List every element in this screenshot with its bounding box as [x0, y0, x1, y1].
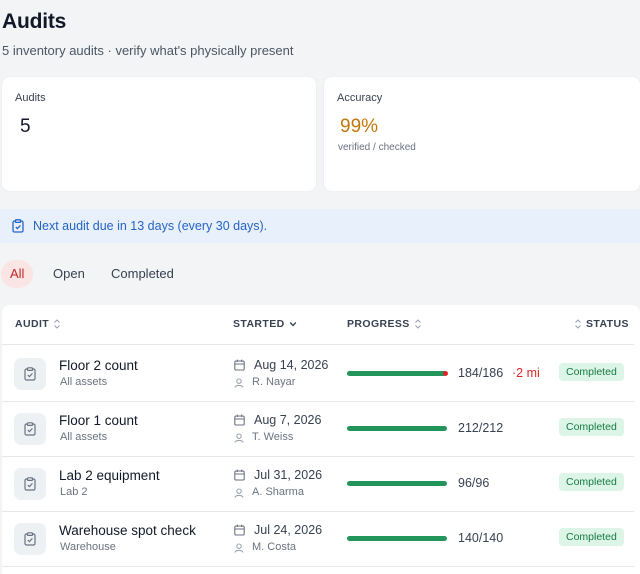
- status-badge: Completed: [559, 363, 624, 381]
- started-date: Aug 7, 2026: [254, 413, 322, 427]
- audits-stat-card: Audits 5: [2, 77, 316, 191]
- sort-icon: [414, 319, 421, 329]
- banner-text: Next audit due in 13 days (every 30 days…: [33, 219, 268, 233]
- progress-fill: [347, 426, 447, 431]
- clipboard-icon: [24, 367, 36, 381]
- audit-icon-box: [14, 358, 46, 390]
- table-row[interactable]: Floor 2 count All assets Aug 14, 2026 R. Na…: [2, 346, 634, 402]
- audit-icon-box: [14, 413, 46, 445]
- progress-count: 96/96: [458, 476, 490, 490]
- audit-icon-box: [14, 523, 46, 555]
- column-header-status-label: STATUS: [586, 318, 629, 330]
- progress-bar: [347, 536, 447, 541]
- tab-completed[interactable]: Completed: [102, 260, 183, 288]
- accuracy-stat-value: 99%: [340, 116, 379, 137]
- audit-name[interactable]: Lab 2 equipment: [59, 468, 160, 483]
- clipboard-icon: [12, 219, 24, 233]
- progress-fill: [347, 481, 447, 486]
- missing-indicator: [443, 371, 448, 376]
- audit-name[interactable]: Floor 2 count: [59, 358, 138, 373]
- tab-all[interactable]: All: [1, 260, 34, 288]
- auditor-name: R. Nayar: [252, 376, 296, 388]
- next-audit-banner: Next audit due in 13 days (every 30 days…: [0, 209, 640, 243]
- progress-fill: [347, 371, 446, 376]
- tab-open[interactable]: Open: [44, 260, 94, 288]
- audit-icon-box: [14, 468, 46, 500]
- user-icon: [234, 543, 244, 553]
- audits-stat-label: Audits: [15, 92, 46, 104]
- column-header-audit-label: AUDIT: [15, 318, 50, 330]
- audits-table: AUDIT STARTED PROGRESS STATUS Floor 2 co…: [2, 305, 640, 574]
- audit-name[interactable]: Floor 1 count: [59, 413, 138, 428]
- column-header-started-label: STARTED: [233, 318, 285, 330]
- table-row[interactable]: Warehouse spot check Warehouse Jul 24, 202…: [2, 511, 634, 567]
- progress-count: 184/186: [458, 366, 504, 380]
- started-date: Aug 14, 2026: [254, 358, 329, 372]
- progress-count: 140/140: [458, 531, 504, 545]
- column-header-audit[interactable]: AUDIT: [15, 318, 61, 330]
- progress-count: 212/212: [458, 421, 504, 435]
- audit-scope: Lab 2: [60, 486, 88, 498]
- status-badge: Completed: [559, 418, 624, 436]
- clipboard-icon: [24, 422, 36, 436]
- chevron-down-icon: [289, 322, 296, 327]
- column-header-progress-label: PROGRESS: [347, 318, 410, 330]
- table-row[interactable]: Lab 2 equipment Lab 2 Jul 31, 2026 A. Sharm…: [2, 456, 634, 512]
- auditor-name: A. Sharma: [252, 486, 304, 498]
- status-badge: Completed: [559, 528, 624, 546]
- auditor-name: T. Weiss: [252, 431, 294, 443]
- column-header-status[interactable]: STATUS: [574, 318, 629, 330]
- clipboard-icon: [24, 477, 36, 491]
- sort-icon: [54, 319, 60, 329]
- audit-name[interactable]: Warehouse spot check: [59, 523, 196, 538]
- accuracy-stat-hint: verified / checked: [338, 142, 416, 153]
- clipboard-icon: [24, 532, 36, 546]
- status-badge: Completed: [559, 473, 624, 491]
- calendar-icon: [234, 524, 245, 536]
- user-icon: [234, 433, 244, 443]
- started-date: Jul 31, 2026: [254, 468, 323, 482]
- progress-fill: [347, 536, 447, 541]
- calendar-icon: [234, 469, 245, 481]
- missing-count: ·2 mi: [512, 366, 540, 380]
- audit-scope: All assets: [60, 431, 108, 443]
- column-header-progress[interactable]: PROGRESS: [347, 318, 422, 330]
- page-title: Audits: [2, 10, 67, 33]
- column-header-started[interactable]: STARTED: [233, 318, 297, 330]
- sort-icon: [575, 319, 581, 329]
- audit-scope: Warehouse: [60, 541, 116, 553]
- audit-scope: All assets: [60, 376, 108, 388]
- progress-bar: [347, 426, 447, 431]
- progress-bar: [347, 481, 447, 486]
- accuracy-stat-card: Accuracy 99% verified / checked: [324, 77, 640, 191]
- started-date: Jul 24, 2026: [254, 523, 323, 537]
- audits-stat-value: 5: [20, 116, 31, 137]
- page-subtitle: 5 inventory audits · verify what's physi…: [2, 43, 294, 58]
- calendar-icon: [234, 359, 245, 371]
- auditor-name: M. Costa: [252, 541, 297, 553]
- header-divider: [2, 344, 634, 345]
- user-icon: [234, 378, 244, 388]
- progress-bar: [347, 371, 447, 376]
- table-row[interactable]: Floor 1 count All assets Aug 7, 2026 T. Wei…: [2, 401, 634, 457]
- calendar-icon: [234, 414, 245, 426]
- accuracy-stat-label: Accuracy: [337, 92, 383, 104]
- user-icon: [234, 488, 244, 498]
